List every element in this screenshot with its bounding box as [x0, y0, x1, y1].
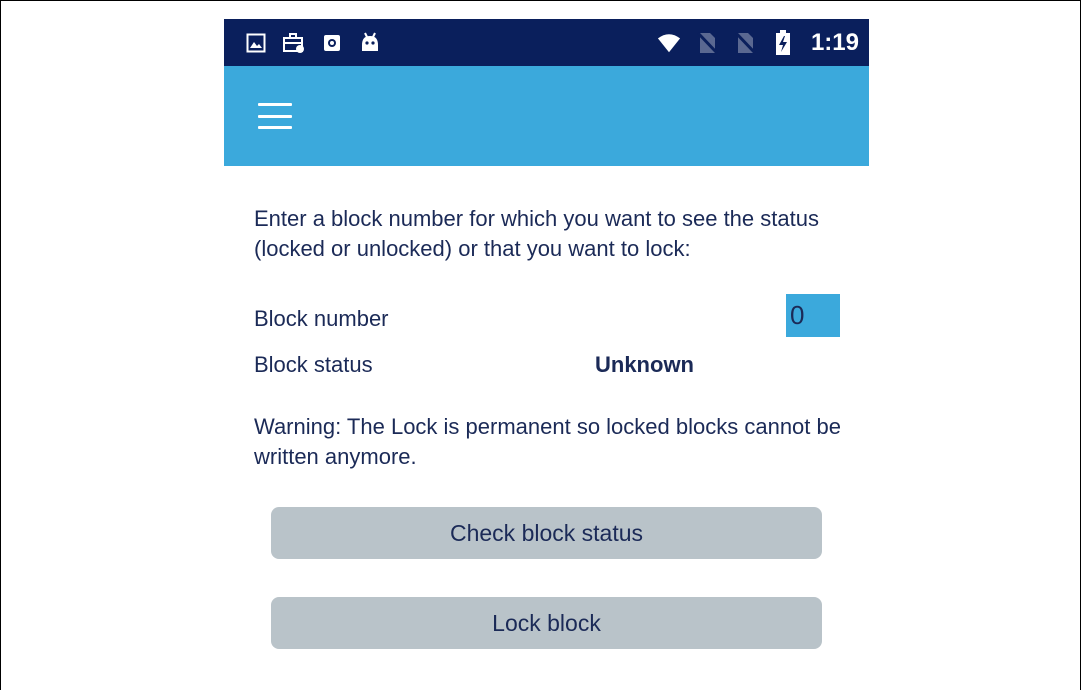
no-sim-icon: [733, 31, 757, 55]
instructions-text: Enter a block number for which you want …: [254, 206, 819, 261]
battery-charging-icon: [771, 29, 795, 55]
camera-icon: [320, 31, 344, 55]
block-status-value: Unknown: [595, 352, 694, 377]
phone-screen: 1:19 Enter a block number for which you …: [224, 19, 869, 689]
lock-block-button[interactable]: Lock block: [271, 597, 822, 649]
android-icon: [358, 31, 382, 55]
block-status-label: Block status: [254, 352, 373, 377]
warning-text: Warning: The Lock is permanent so locked…: [254, 414, 841, 469]
no-sim-icon: [695, 31, 719, 55]
app-bar: [224, 66, 869, 166]
wifi-icon: [657, 31, 681, 55]
block-number-label: Block number: [254, 306, 389, 331]
block-number-input[interactable]: [786, 294, 840, 337]
work-profile-icon: [282, 31, 306, 55]
status-bar: 1:19: [224, 19, 869, 66]
status-bar-clock: 1:19: [810, 28, 859, 56]
check-block-status-button[interactable]: Check block status: [271, 507, 822, 559]
notification-icons: [244, 31, 382, 55]
image-icon: [244, 31, 268, 55]
system-status-icons: 1:19: [657, 29, 859, 57]
hamburger-menu-icon[interactable]: [258, 103, 292, 129]
